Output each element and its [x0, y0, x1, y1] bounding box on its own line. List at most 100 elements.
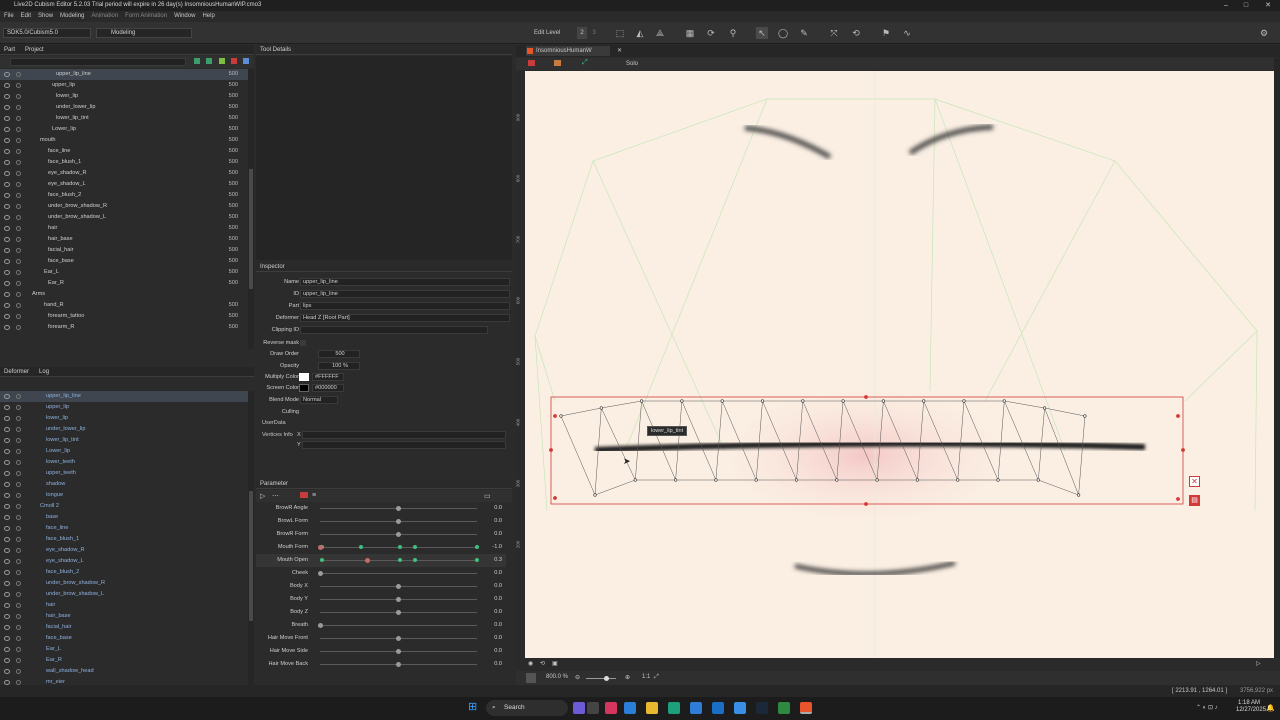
mesh-vertex[interactable]: [1042, 406, 1047, 410]
part-row[interactable]: Ear_L 500: [0, 267, 248, 278]
parameter-value[interactable]: 0.0: [484, 632, 502, 645]
auto-mesh-icon[interactable]: ⟁: [654, 27, 666, 39]
deformer-scrollbar[interactable]: [248, 391, 254, 685]
deformer-row[interactable]: base: [0, 512, 248, 523]
mode-select[interactable]: Modeling: [96, 28, 192, 38]
lock-icon[interactable]: [16, 504, 21, 509]
mesh-vertex[interactable]: [1002, 399, 1006, 403]
parameter-row[interactable]: Hair Move Side 0.0: [256, 645, 506, 658]
visibility-eye-icon[interactable]: [4, 314, 10, 319]
menu-edit[interactable]: Edit: [21, 11, 31, 22]
keyform-dot[interactable]: [413, 558, 417, 562]
deformer-row[interactable]: hair: [0, 600, 248, 611]
viewport-scrollbar[interactable]: [1274, 58, 1280, 658]
zoom-ratio[interactable]: 1:1: [642, 674, 650, 680]
part-row[interactable]: hair_base 500: [0, 234, 248, 245]
deformer-row[interactable]: mr_eier: [0, 677, 248, 685]
visibility-eye-icon[interactable]: [4, 669, 10, 674]
mesh-vertex[interactable]: [559, 414, 563, 418]
screenshot-icon[interactable]: ▣: [552, 660, 558, 667]
parameter-row[interactable]: Mouth Open 0.3: [256, 554, 506, 567]
deformer-row[interactable]: face_base: [0, 633, 248, 644]
play-icon[interactable]: ▷: [260, 492, 265, 500]
notification-icon[interactable]: 🔔: [1266, 704, 1275, 712]
visibility-eye-icon[interactable]: [4, 149, 10, 154]
parameter-row[interactable]: Breath 0.0: [256, 619, 506, 632]
mesh-vertex[interactable]: [754, 478, 758, 482]
store-icon[interactable]: [690, 702, 702, 714]
menu-help[interactable]: Help: [202, 11, 214, 22]
visibility-eye-icon[interactable]: [4, 460, 10, 465]
visibility-eye-icon[interactable]: [4, 449, 10, 454]
tab-close-icon[interactable]: ✕: [617, 46, 622, 56]
part-row[interactable]: facial_hair 500: [0, 245, 248, 256]
mesh-vertex[interactable]: [599, 406, 603, 410]
close-button[interactable]: ✕: [1258, 0, 1278, 11]
lock-icon[interactable]: [16, 603, 21, 608]
deformer-row[interactable]: eye_shadow_R: [0, 545, 248, 556]
parameter-handle[interactable]: [395, 532, 401, 537]
copilot-app-icon[interactable]: [624, 702, 636, 714]
windows-start-icon[interactable]: ⊞: [468, 702, 479, 713]
part-row[interactable]: upper_lip_line 500: [0, 69, 248, 80]
part-row[interactable]: under_brow_shadow_R 500: [0, 201, 248, 212]
visibility-eye-icon[interactable]: [4, 658, 10, 663]
visibility-eye-icon[interactable]: [4, 548, 10, 553]
lock-icon[interactable]: [16, 248, 21, 253]
mesh-vertex[interactable]: [956, 478, 960, 482]
lock-icon[interactable]: [16, 570, 21, 575]
parameter-row[interactable]: Body Z 0.0: [256, 606, 506, 619]
parameter-row[interactable]: Cheek 0.0: [256, 567, 506, 580]
visibility-eye-icon[interactable]: [4, 160, 10, 165]
mesh-edit-menu-button[interactable]: ▤: [1189, 495, 1200, 506]
lock-icon[interactable]: [16, 116, 21, 121]
visibility-eye-icon[interactable]: [4, 259, 10, 264]
lock-icon[interactable]: [16, 72, 21, 77]
lock-icon[interactable]: [16, 94, 21, 99]
zoom-in-icon[interactable]: ⊕: [625, 674, 630, 681]
task-view-icon[interactable]: [587, 702, 599, 714]
deformer-row[interactable]: eye_shadow_L: [0, 556, 248, 567]
arrow-select-icon[interactable]: ↖: [756, 27, 768, 39]
part-row[interactable]: hand_R 500: [0, 300, 248, 311]
deformer-row[interactable]: upper_lip_line: [0, 391, 248, 402]
zoom-out-icon[interactable]: ⊖: [575, 674, 580, 681]
parameter-value[interactable]: 0.0: [484, 593, 502, 606]
minimize-button[interactable]: –: [1216, 0, 1236, 11]
mesh-vertex[interactable]: [639, 399, 644, 403]
glue-icon[interactable]: ⚲: [727, 27, 739, 39]
visibility-eye-icon[interactable]: [4, 204, 10, 209]
lock-icon[interactable]: [16, 394, 21, 399]
deformer-row[interactable]: Ear_R: [0, 655, 248, 666]
deformer-row[interactable]: wall_shadow_head: [0, 666, 248, 677]
deformer-row[interactable]: under_lower_lip: [0, 424, 248, 435]
parameter-handle[interactable]: [318, 545, 323, 550]
file-explorer-icon[interactable]: [646, 702, 658, 714]
mesh-vertex[interactable]: [760, 399, 765, 403]
part-row[interactable]: mouth 500: [0, 135, 248, 146]
id-field[interactable]: upper_lip_line: [300, 290, 510, 298]
lock-icon[interactable]: [16, 105, 21, 110]
mesh-vertex[interactable]: [720, 399, 724, 403]
visibility-eye-icon[interactable]: [4, 105, 10, 110]
layer-toggle-icon[interactable]: [554, 60, 561, 66]
parameter-row[interactable]: Mouth Form -1.0: [256, 541, 506, 554]
tray-icons[interactable]: ⌃ ◐ ⊡ ♪: [1196, 704, 1218, 711]
menu-form-animation[interactable]: Form Animation: [125, 11, 167, 22]
menu-animation[interactable]: Animation: [91, 11, 118, 22]
mesh-vertex[interactable]: [714, 478, 718, 482]
parameter-handle[interactable]: [318, 571, 323, 576]
lock-icon[interactable]: [16, 325, 21, 330]
mesh-vertex[interactable]: [593, 493, 597, 497]
visibility-eye-icon[interactable]: [4, 482, 10, 487]
mesh-edit-icon[interactable]: ◭: [634, 27, 646, 39]
deformer-select[interactable]: Head Z [Root Part]: [300, 314, 510, 322]
deformer-row[interactable]: face_blush_1: [0, 534, 248, 545]
delete-key-icon[interactable]: [300, 492, 308, 498]
parameter-value[interactable]: 0.0: [484, 658, 502, 671]
lock-icon[interactable]: [16, 482, 21, 487]
lock-icon[interactable]: [16, 204, 21, 209]
mesh-vertex[interactable]: [996, 478, 1000, 482]
mesh-vertex[interactable]: [962, 399, 966, 403]
lock-icon[interactable]: [16, 281, 21, 286]
